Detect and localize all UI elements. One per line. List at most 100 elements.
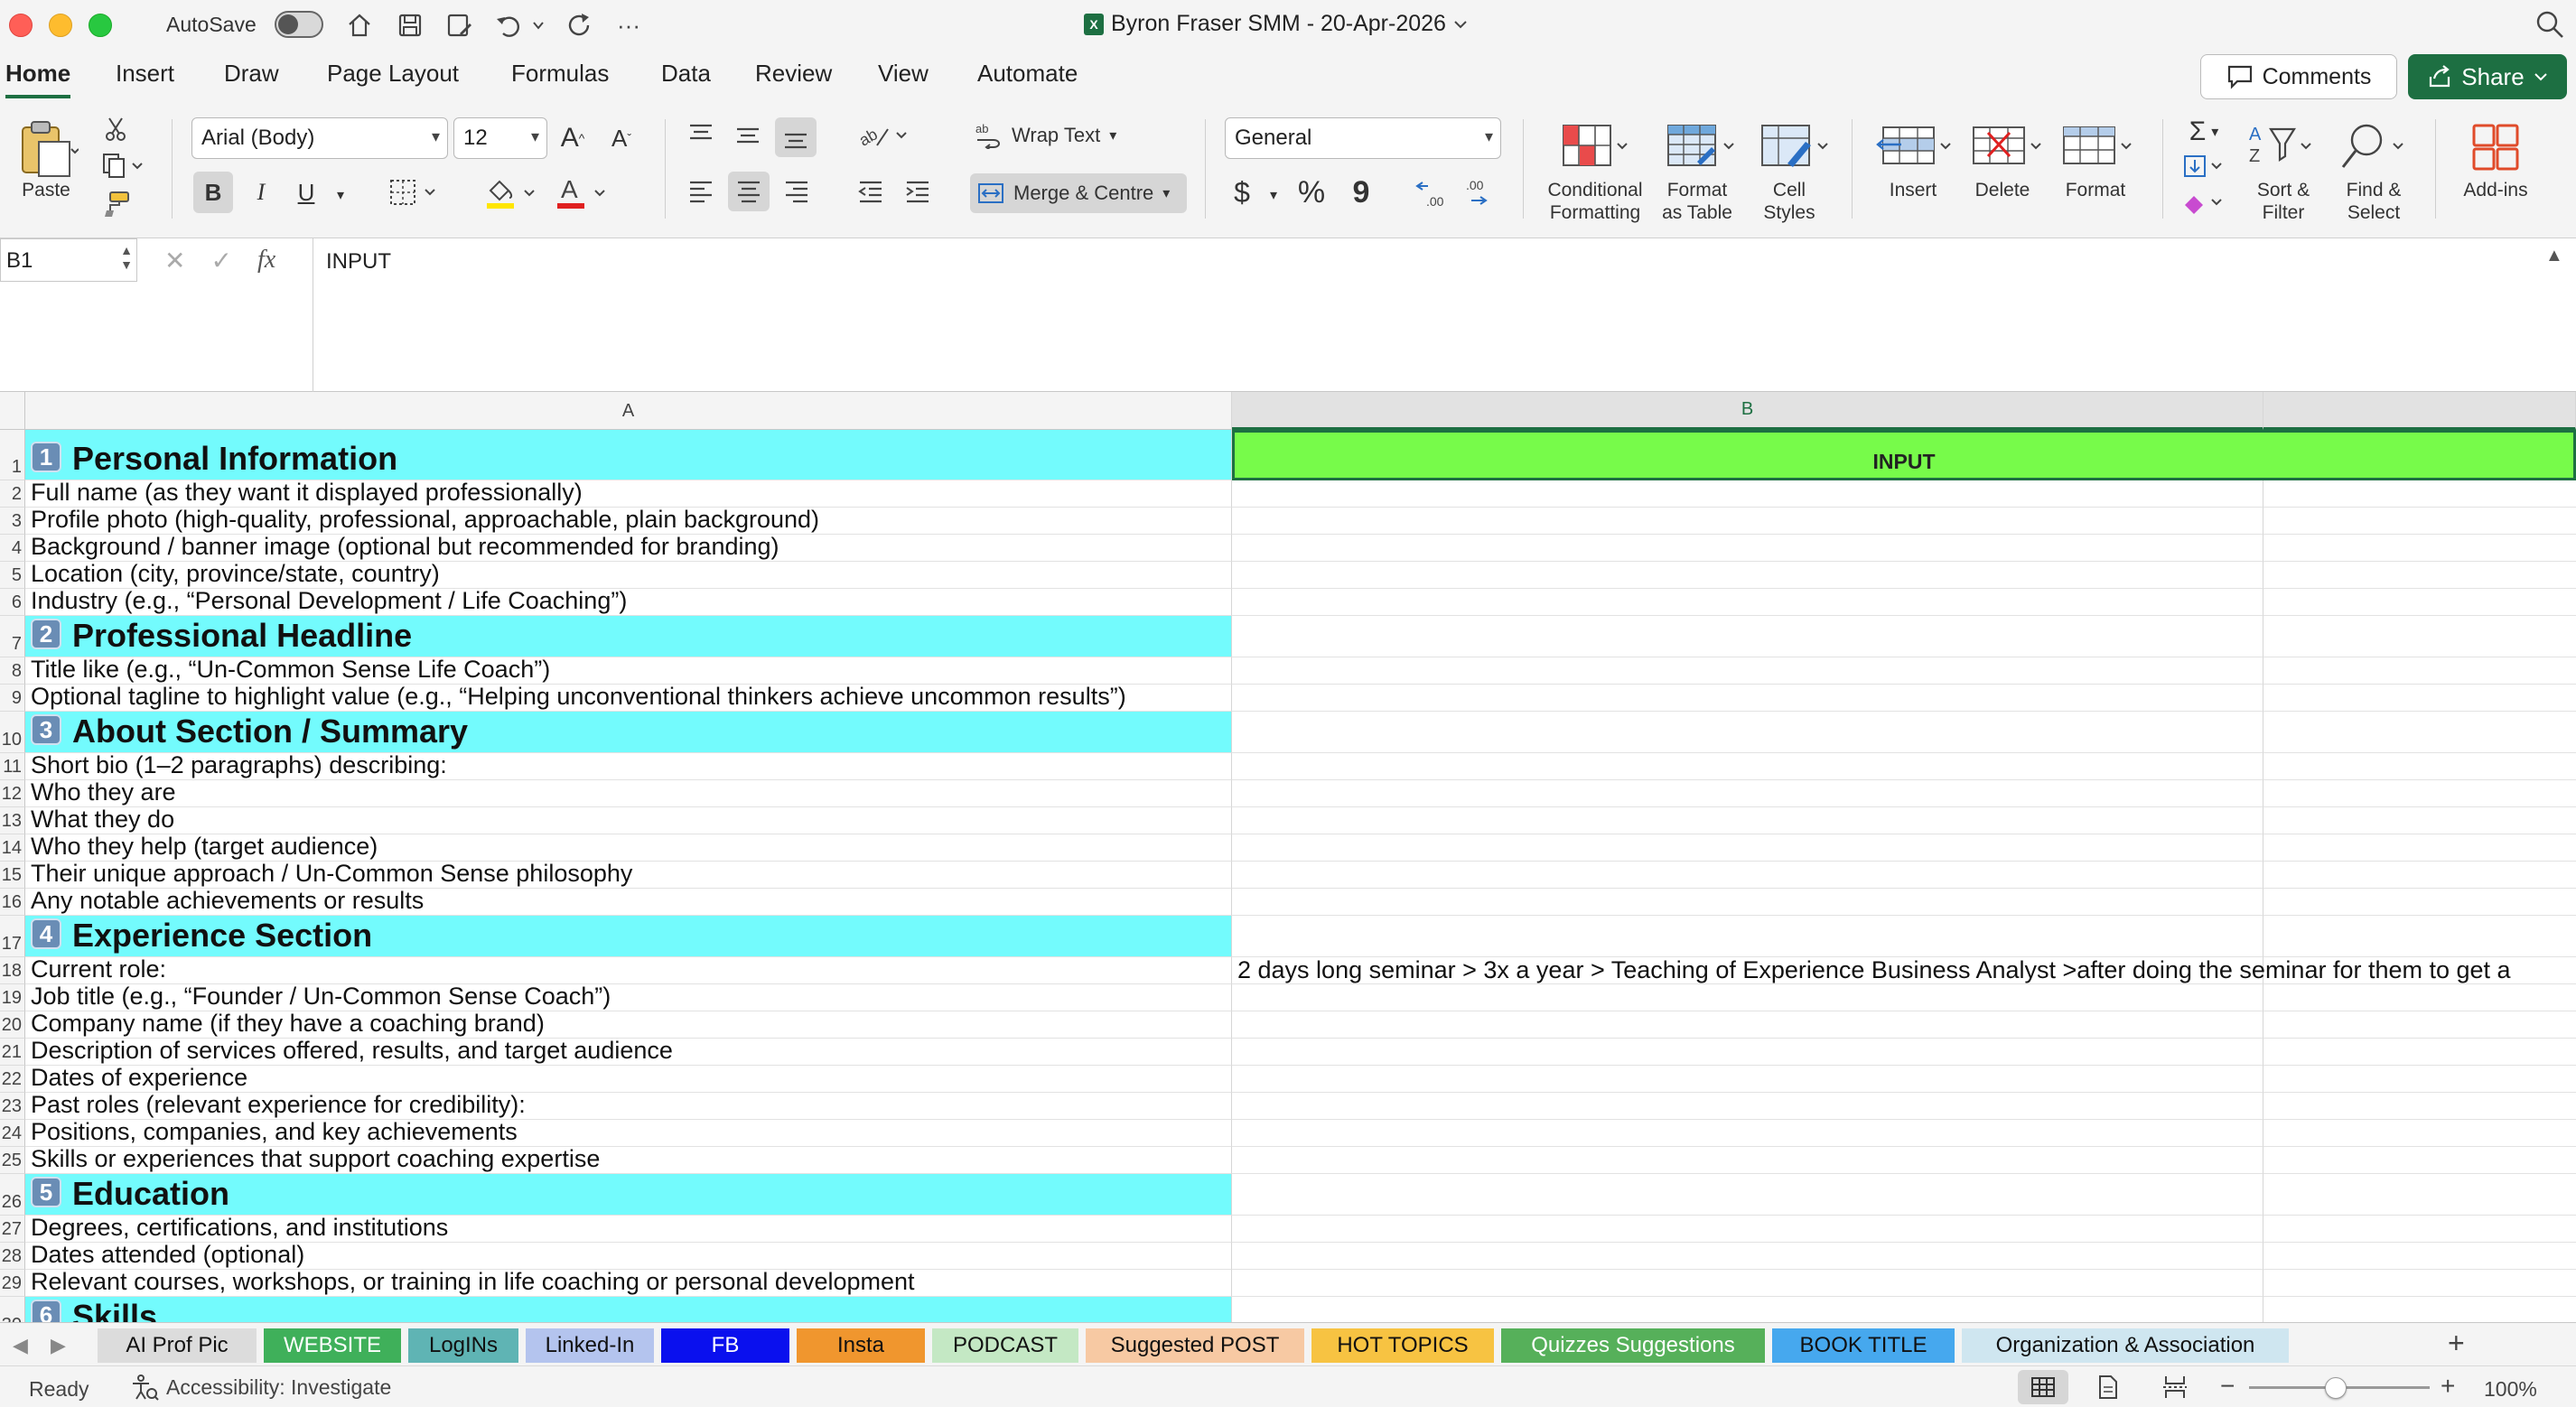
- row-header[interactable]: 19: [0, 984, 25, 1011]
- insert-cells-button[interactable]: [1870, 116, 1960, 179]
- cell-a[interactable]: 3 About Section / Summary: [25, 712, 1232, 753]
- cell-a[interactable]: Dates of experience: [25, 1064, 1232, 1093]
- row-header[interactable]: 27: [0, 1216, 25, 1243]
- row-header[interactable]: 12: [0, 780, 25, 807]
- table-row[interactable]: 25 Skills or experiences that support coa…: [0, 1145, 2576, 1174]
- name-box[interactable]: B1 ▲ ▼: [0, 238, 137, 282]
- cell-b[interactable]: [1232, 889, 2263, 916]
- row-header[interactable]: 30: [0, 1297, 25, 1322]
- cell-c[interactable]: [2263, 589, 2576, 616]
- table-row[interactable]: 16 Any notable achievements or results: [0, 887, 2576, 916]
- increase-indent-icon[interactable]: [900, 172, 936, 211]
- cell-c[interactable]: [2263, 712, 2576, 753]
- cell-b[interactable]: [1232, 862, 2263, 889]
- cell-b[interactable]: [1232, 589, 2263, 616]
- cell-b[interactable]: [1232, 1174, 2263, 1216]
- row-header[interactable]: 26: [0, 1174, 25, 1216]
- cell-b[interactable]: [1232, 712, 2263, 753]
- autosum-icon[interactable]: Σ ▾: [2177, 114, 2231, 150]
- cell-c[interactable]: [2263, 1147, 2576, 1174]
- cell-b[interactable]: [1232, 535, 2263, 562]
- percent-format-icon[interactable]: %: [1293, 172, 1330, 213]
- row-header[interactable]: 21: [0, 1039, 25, 1066]
- row-header[interactable]: 10: [0, 712, 25, 753]
- more-options-icon[interactable]: ···: [611, 7, 647, 43]
- select-all-corner[interactable]: [0, 392, 25, 430]
- row-header[interactable]: 20: [0, 1011, 25, 1039]
- sheet-tab[interactable]: WEBSITE: [264, 1328, 401, 1363]
- zoom-slider-thumb[interactable]: [2325, 1377, 2347, 1399]
- table-row[interactable]: 29 Relevant courses, workshops, or traini…: [0, 1268, 2576, 1297]
- increase-font-size-icon[interactable]: A ^: [555, 117, 591, 159]
- cell-c[interactable]: [2263, 780, 2576, 807]
- row-header[interactable]: 29: [0, 1270, 25, 1297]
- sort-filter-button[interactable]: AZ: [2244, 116, 2319, 179]
- confirm-entry-icon[interactable]: ✓: [210, 246, 231, 275]
- tab-draw[interactable]: Draw: [224, 60, 279, 95]
- cell-a[interactable]: Background / banner image (optional but …: [25, 533, 1232, 562]
- cell-c[interactable]: [2263, 1093, 2576, 1120]
- row-header[interactable]: 5: [0, 562, 25, 589]
- bold-button[interactable]: B: [193, 172, 233, 213]
- cell-c[interactable]: [2263, 916, 2576, 957]
- currency-format-icon[interactable]: $: [1228, 172, 1255, 213]
- section-row[interactable]: 7 2 Professional Headline: [0, 616, 2576, 657]
- column-header-c[interactable]: [2263, 392, 2576, 430]
- tab-view[interactable]: View: [878, 60, 929, 95]
- document-title[interactable]: X Byron Fraser SMM - 20-Apr-2026: [1084, 11, 1468, 37]
- save-icon[interactable]: [392, 7, 428, 43]
- font-color-button[interactable]: A: [549, 172, 616, 213]
- table-row[interactable]: 23 Past roles (relevant experience for cr…: [0, 1091, 2576, 1120]
- table-row[interactable]: 9 Optional tagline to highlight value (e.…: [0, 683, 2576, 712]
- decrease-indent-icon[interactable]: [853, 172, 889, 211]
- cell-c[interactable]: [2263, 984, 2576, 1011]
- undo-dropdown-icon[interactable]: [527, 7, 549, 43]
- paste-button[interactable]: [9, 112, 85, 184]
- tab-insert[interactable]: Insert: [116, 60, 174, 95]
- cell-a[interactable]: 2 Professional Headline: [25, 616, 1232, 657]
- cell-c[interactable]: [2263, 807, 2576, 834]
- table-row[interactable]: 5 Location (city, province/state, country…: [0, 560, 2576, 589]
- autosave-toggle[interactable]: [275, 11, 323, 38]
- tab-page-layout[interactable]: Page Layout: [327, 60, 459, 95]
- sheet-tab[interactable]: Organization & Association: [1962, 1328, 2289, 1363]
- cell-c[interactable]: [2263, 480, 2576, 508]
- column-header-b[interactable]: B: [1232, 392, 2263, 430]
- cell-c[interactable]: [2263, 535, 2576, 562]
- row-header[interactable]: 6: [0, 589, 25, 616]
- row-header[interactable]: 8: [0, 657, 25, 685]
- section-row[interactable]: 1 1 Personal Information INPUT: [0, 430, 2576, 480]
- cell-a[interactable]: Description of services offered, results…: [25, 1037, 1232, 1066]
- page-layout-view-button[interactable]: [2083, 1370, 2133, 1404]
- page-break-view-button[interactable]: [2150, 1370, 2200, 1404]
- tab-data[interactable]: Data: [661, 60, 711, 95]
- cell-a[interactable]: 5 Education: [25, 1174, 1232, 1216]
- collapse-formula-bar-icon[interactable]: ▲: [2545, 246, 2563, 266]
- table-row[interactable]: 3 Profile photo (high-quality, profession…: [0, 506, 2576, 535]
- italic-button[interactable]: I: [242, 172, 280, 213]
- row-header[interactable]: 25: [0, 1147, 25, 1174]
- row-header[interactable]: 11: [0, 753, 25, 780]
- cell-b[interactable]: [1232, 562, 2263, 589]
- cell-b[interactable]: [1232, 1243, 2263, 1270]
- underline-dropdown-icon[interactable]: ▾: [327, 184, 354, 206]
- sheet-tab[interactable]: Suggested POST: [1086, 1328, 1304, 1363]
- cell-b[interactable]: [1232, 984, 2263, 1011]
- sheet-tab[interactable]: HOT TOPICS: [1311, 1328, 1494, 1363]
- cell-b[interactable]: [1232, 1297, 2263, 1322]
- cell-a[interactable]: 1 Personal Information: [25, 430, 1232, 480]
- cell-a[interactable]: Location (city, province/state, country): [25, 560, 1232, 589]
- cell-c[interactable]: [2263, 1216, 2576, 1243]
- format-as-table-button[interactable]: [1653, 116, 1743, 179]
- table-row[interactable]: 6 Industry (e.g., “Personal Development /…: [0, 587, 2576, 616]
- cell-b[interactable]: [1232, 1270, 2263, 1297]
- row-header[interactable]: 9: [0, 685, 25, 712]
- cell-c[interactable]: [2263, 1066, 2576, 1093]
- row-header[interactable]: 24: [0, 1120, 25, 1147]
- sheet-tab[interactable]: FB: [661, 1328, 789, 1363]
- sheet-tab[interactable]: Linked-In: [526, 1328, 654, 1363]
- wrap-text-button[interactable]: ab Wrap Text ▾: [974, 116, 1136, 155]
- cell-a[interactable]: 6 Skills: [25, 1297, 1232, 1322]
- cell-a[interactable]: 4 Experience Section: [25, 916, 1232, 957]
- cell-b[interactable]: [1232, 1120, 2263, 1147]
